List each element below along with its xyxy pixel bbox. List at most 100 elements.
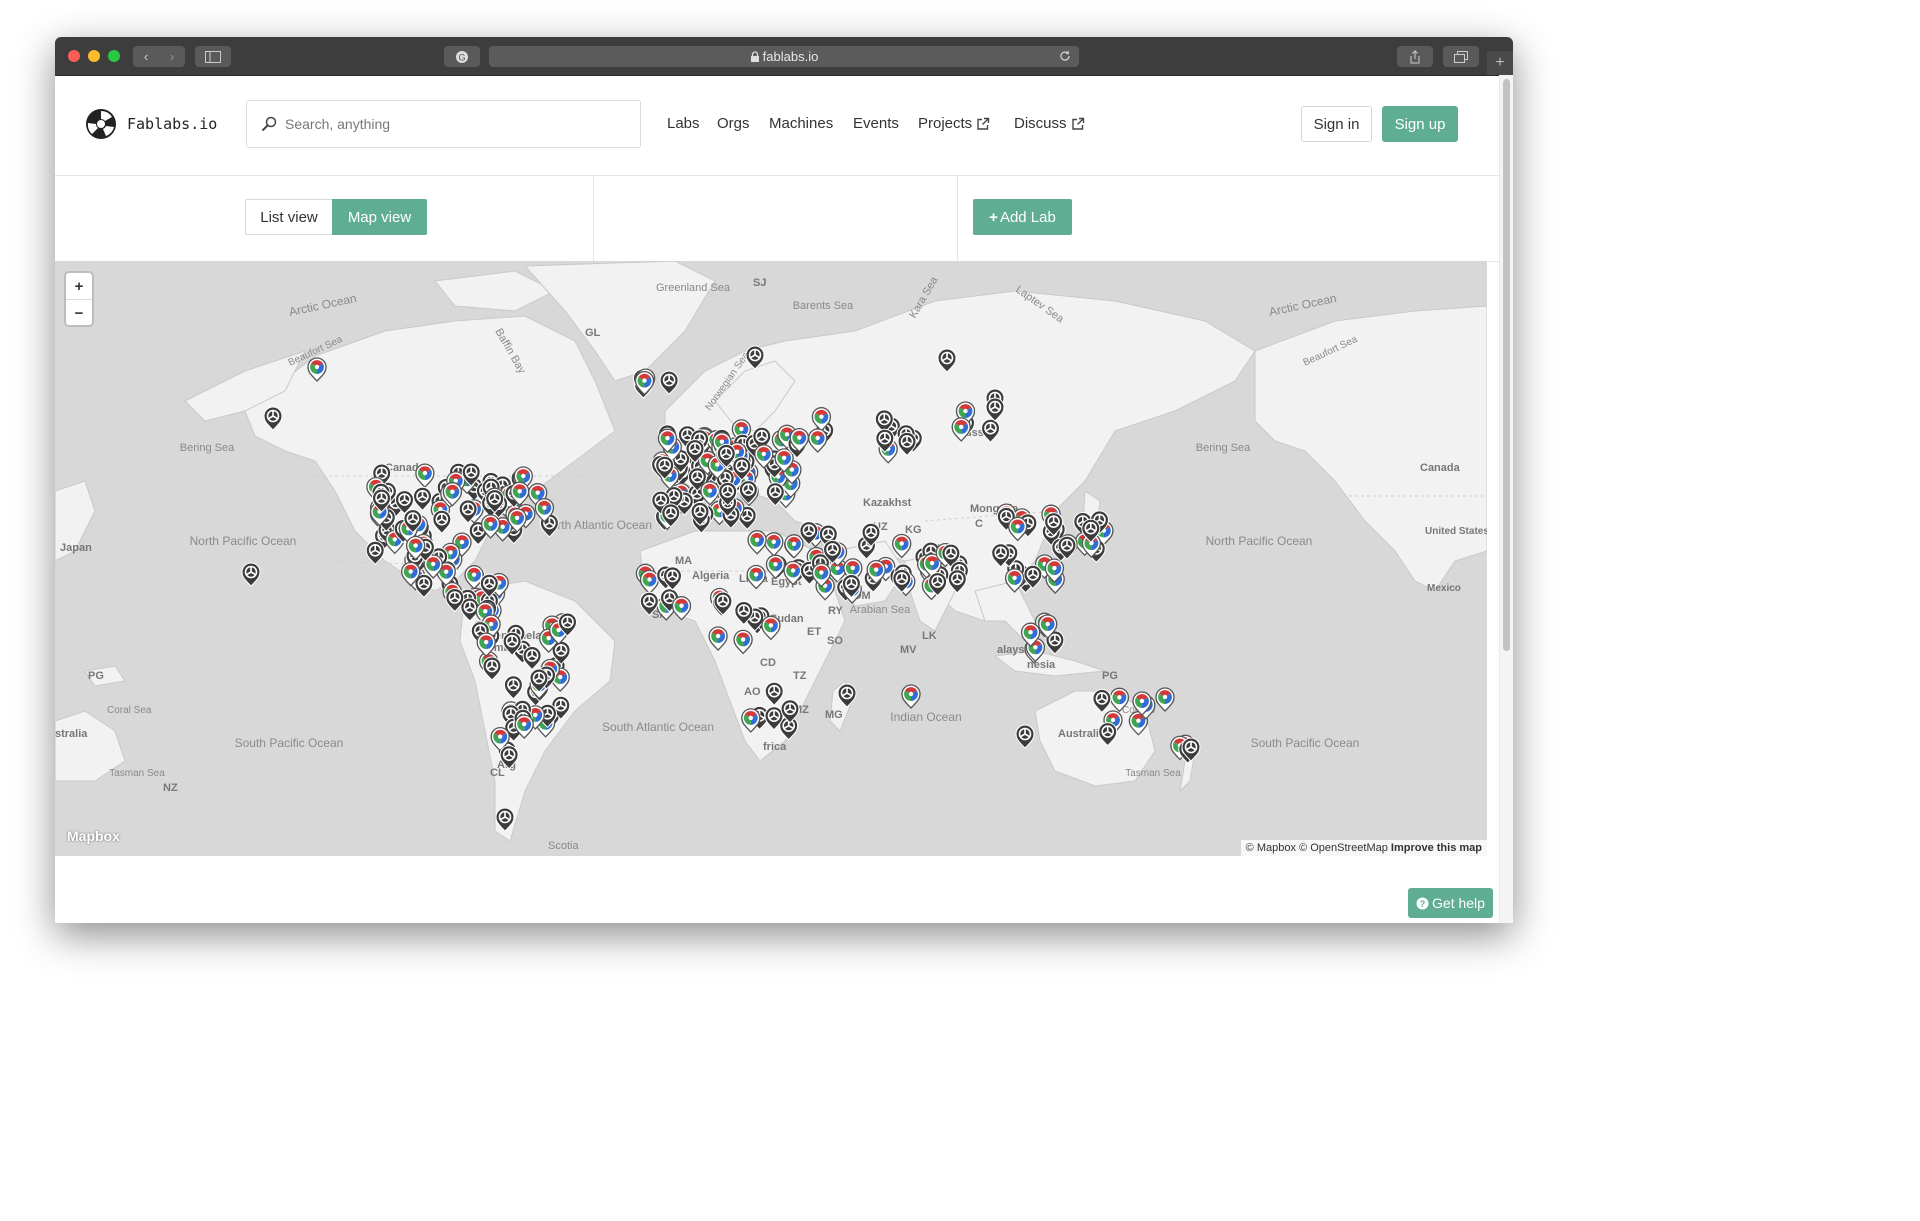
svg-text:MA: MA (675, 555, 692, 567)
lab-marker[interactable] (365, 540, 386, 566)
sidebar-icon (205, 50, 221, 63)
improve-map-link[interactable]: Improve this map (1391, 842, 1482, 854)
add-lab-button[interactable]: + Add Lab (973, 199, 1072, 235)
svg-text:Arabian Sea: Arabian Sea (850, 604, 911, 616)
forward-icon[interactable]: › (159, 49, 185, 64)
tabs-overview-button[interactable] (1443, 46, 1479, 67)
toolbar-divider (957, 175, 958, 261)
sidebar-toggle-button[interactable] (195, 46, 231, 67)
svg-text:Arctic Ocean: Arctic Ocean (1268, 291, 1338, 319)
svg-text:Arctic Ocean: Arctic Ocean (288, 291, 358, 319)
nav-events[interactable]: Events (853, 115, 899, 132)
svg-text:Japan: Japan (60, 542, 92, 554)
lab-marker[interactable] (1015, 724, 1035, 749)
map-view-button[interactable]: Map view (332, 199, 427, 235)
svg-text:MV: MV (900, 644, 917, 656)
toolbar-divider (593, 175, 594, 261)
svg-text:?: ? (1420, 899, 1426, 909)
external-link-icon (977, 117, 990, 130)
list-view-button[interactable]: List view (245, 199, 332, 235)
svg-text:CD: CD (760, 657, 776, 669)
svg-text:NZ: NZ (163, 782, 178, 794)
lock-icon (750, 50, 759, 62)
svg-text:PG: PG (88, 670, 104, 682)
svg-text:South Atlantic Ocean: South Atlantic Ocean (602, 720, 714, 734)
svg-text:United States: United States (1425, 526, 1487, 537)
nav-labs[interactable]: Labs (667, 115, 700, 132)
sign-in-button[interactable]: Sign in (1301, 106, 1372, 142)
search-box[interactable] (246, 100, 641, 148)
back-icon[interactable]: ‹ (133, 49, 159, 64)
svg-text:Bering Sea: Bering Sea (1196, 442, 1251, 454)
lab-marker[interactable] (901, 684, 921, 709)
view-toolbar: List view Map view + Add Lab (55, 175, 1499, 262)
attribution-osm-link[interactable]: © OpenStreetMap (1299, 842, 1388, 854)
svg-text:RY: RY (828, 605, 844, 617)
brand-link[interactable]: Fablabs.io (85, 108, 217, 140)
search-input[interactable] (283, 115, 617, 133)
nav-projects[interactable]: Projects (918, 115, 990, 132)
nav-machines[interactable]: Machines (769, 115, 833, 132)
svg-text:Greenland Sea: Greenland Sea (656, 282, 731, 294)
attribution-mapbox-link[interactable]: © Mapbox (1246, 842, 1296, 854)
svg-text:Tasman Sea: Tasman Sea (1125, 768, 1181, 779)
nav-discuss[interactable]: Discuss (1014, 115, 1085, 132)
zoom-out-button[interactable]: − (66, 300, 92, 326)
svg-text:North Pacific Ocean: North Pacific Ocean (1206, 534, 1313, 548)
tabs-icon (1454, 50, 1468, 63)
svg-text:North Pacific Ocean: North Pacific Ocean (190, 534, 297, 548)
brand-name: Fablabs.io (127, 115, 218, 133)
search-icon (261, 116, 277, 132)
share-button[interactable] (1397, 46, 1433, 67)
share-icon (1410, 49, 1420, 63)
get-help-button[interactable]: ? Get help (1408, 888, 1493, 918)
reload-icon[interactable] (1059, 50, 1071, 62)
lab-marker[interactable] (1155, 687, 1175, 712)
nav-orgs[interactable]: Orgs (717, 115, 750, 132)
svg-text:Algeria: Algeria (692, 570, 730, 582)
lab-marker[interactable] (241, 562, 261, 587)
fablabs-logo-icon (86, 109, 116, 139)
external-link-icon (1071, 117, 1084, 130)
svg-text:Mexico: Mexico (1427, 583, 1461, 594)
svg-text:GL: GL (585, 327, 601, 339)
svg-text:Canada: Canada (1420, 462, 1461, 474)
grammarly-icon: G (456, 50, 468, 63)
svg-text:MG: MG (825, 709, 843, 721)
svg-text:C: C (975, 518, 983, 530)
svg-text:KG: KG (905, 524, 922, 536)
scrollbar-thumb[interactable] (1503, 79, 1510, 651)
web-page: Fablabs.io Labs Orgs Machines Events Pro… (55, 75, 1513, 923)
svg-text:SO: SO (827, 635, 843, 647)
question-circle-icon: ? (1416, 897, 1429, 909)
browser-window: ‹ › G fablabs.io + Fablabs.io Search, an… (55, 37, 1513, 923)
svg-text:CL: CL (490, 767, 505, 779)
labs-map[interactable]: Arctic Ocean Arctic Ocean Greenland Sea … (55, 261, 1487, 856)
extension-button[interactable]: G (444, 46, 480, 67)
svg-text:Kazakhst: Kazakhst (863, 497, 912, 509)
page-scrollbar[interactable] (1499, 75, 1513, 923)
close-window-button[interactable] (68, 50, 80, 62)
map-attribution: © Mapbox © OpenStreetMap Improve this ma… (1240, 840, 1487, 856)
sign-up-button[interactable]: Sign up (1382, 106, 1458, 142)
world-map: Arctic Ocean Arctic Ocean Greenland Sea … (55, 261, 1487, 852)
svg-text:Indian Ocean: Indian Ocean (890, 710, 961, 724)
svg-text:PG: PG (1102, 670, 1118, 682)
url-text: fablabs.io (762, 49, 819, 64)
mapbox-logo[interactable]: Mapbox (67, 828, 120, 844)
minimize-window-button[interactable] (88, 50, 100, 62)
new-tab-button[interactable]: + (1487, 51, 1513, 75)
browser-titlebar: ‹ › G fablabs.io + (55, 37, 1513, 76)
maximize-window-button[interactable] (108, 50, 120, 62)
svg-text:Bering Sea: Bering Sea (180, 442, 235, 454)
plus-icon: + (989, 208, 998, 226)
svg-text:AO: AO (744, 686, 761, 698)
address-bar[interactable]: fablabs.io (489, 46, 1079, 67)
svg-text:South Pacific Ocean: South Pacific Ocean (1251, 736, 1360, 750)
svg-text:South Pacific Ocean: South Pacific Ocean (235, 736, 344, 750)
lab-marker[interactable] (659, 370, 679, 395)
zoom-in-button[interactable]: + (66, 273, 92, 300)
zoom-control: + − (66, 273, 92, 325)
svg-text:TZ: TZ (793, 670, 807, 682)
site-header: Fablabs.io Labs Orgs Machines Events Pro… (55, 75, 1499, 176)
